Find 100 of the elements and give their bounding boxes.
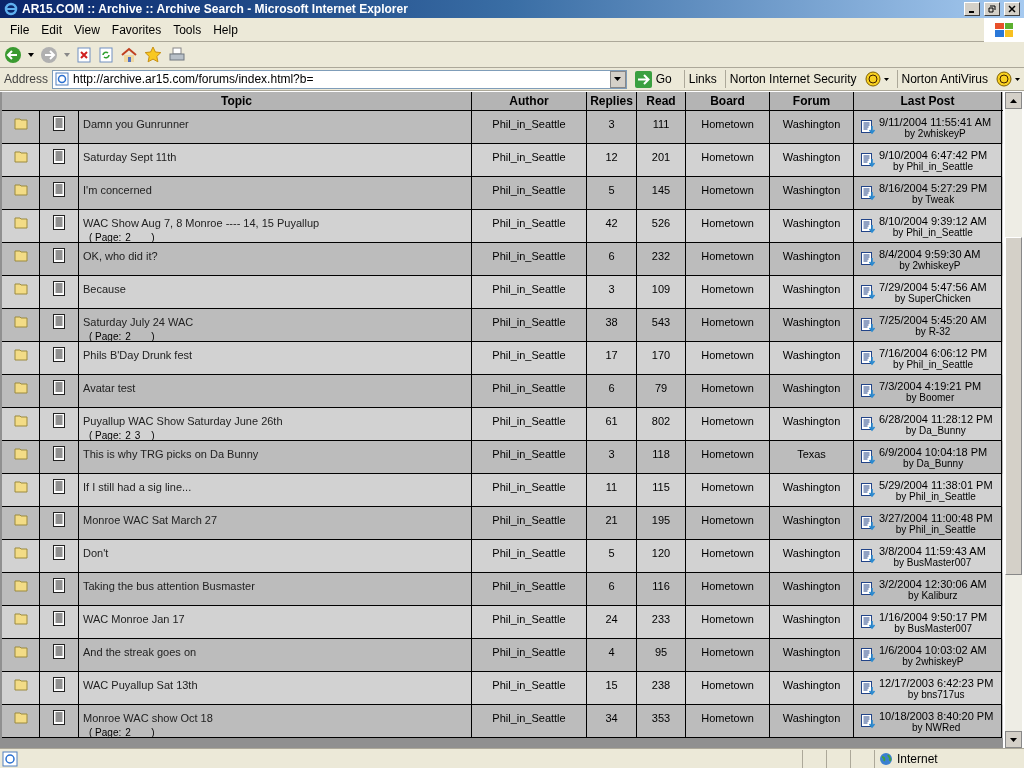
document-icon	[53, 611, 65, 626]
up-arrow-icon[interactable]	[1010, 98, 1017, 103]
page-link[interactable]: 2	[125, 330, 131, 343]
document-icon	[53, 314, 65, 329]
star-icon[interactable]	[144, 45, 162, 64]
author-cell: Phil_in_Seattle	[492, 712, 566, 724]
post-arrow-icon[interactable]	[860, 119, 876, 135]
post-arrow-icon[interactable]	[860, 515, 876, 531]
folder-icon	[13, 149, 28, 163]
topic-link[interactable]: Saturday July 24 WAC	[83, 314, 194, 331]
toolbar-link[interactable]: Norton Internet Security	[724, 70, 893, 88]
folder-icon	[13, 545, 28, 559]
topic-link[interactable]: WAC Monroe Jan 17	[83, 611, 185, 628]
board-cell: Hometown	[701, 712, 754, 724]
topic-link[interactable]: Monroe WAC show Oct 18	[83, 710, 213, 727]
post-arrow-icon[interactable]	[860, 218, 876, 234]
topic-link[interactable]: Damn you Gunrunner	[83, 116, 189, 133]
menu-item[interactable]: File	[4, 20, 36, 39]
last-post-date: 3/8/2004 11:59:43 AM	[879, 545, 986, 557]
dropdown-button[interactable]	[609, 70, 626, 88]
topic-link[interactable]: Monroe WAC Sat March 27	[83, 512, 218, 529]
address-field[interactable]: http://archive.ar15.com/forums/index.html?b=	[52, 69, 627, 89]
go-button[interactable]: Go	[630, 70, 680, 88]
post-arrow-icon[interactable]	[860, 680, 876, 696]
topic-link[interactable]: And the streak goes on	[83, 644, 197, 661]
menu-item[interactable]: Tools	[167, 20, 208, 39]
topic-link[interactable]: Don't	[83, 545, 109, 562]
replies-cell: 5	[608, 184, 615, 196]
page-link[interactable]: 2	[125, 429, 131, 442]
post-arrow-icon[interactable]	[860, 581, 876, 597]
home-icon[interactable]	[120, 46, 138, 63]
topic-link[interactable]: If I still had a sig line...	[83, 479, 192, 496]
dropdown-caret-icon[interactable]	[28, 52, 34, 57]
author-cell: Phil_in_Seattle	[492, 151, 566, 163]
topic-link[interactable]: Phils B'Day Drunk fest	[83, 347, 193, 364]
document-icon	[53, 215, 65, 230]
page-link[interactable]: 3	[134, 429, 141, 442]
post-arrow-icon[interactable]	[860, 251, 876, 267]
column-header: Topic	[2, 92, 472, 110]
column-header: Replies	[587, 92, 637, 110]
menu-item[interactable]: Help	[207, 20, 244, 39]
topic-link[interactable]: Avatar test	[83, 380, 136, 397]
last-post-date: 1/16/2004 9:50:17 PM	[879, 611, 988, 623]
topic-link[interactable]: I'm concerned	[83, 182, 152, 199]
post-arrow-icon[interactable]	[860, 350, 876, 366]
board-cell: Hometown	[701, 349, 754, 361]
close-button[interactable]	[1004, 2, 1020, 16]
column-header: Board	[686, 92, 770, 110]
topic-link[interactable]: This is why TRG picks on Da Bunny	[83, 446, 259, 463]
replies-cell: 12	[605, 151, 618, 163]
minimize-button[interactable]	[964, 2, 980, 16]
post-arrow-icon[interactable]	[860, 548, 876, 564]
restore-button[interactable]	[984, 2, 1000, 16]
document-icon	[53, 512, 65, 527]
board-cell: Hometown	[701, 613, 754, 625]
last-post-author: by Phil_in_Seattle	[893, 359, 974, 371]
topic-link[interactable]: OK, who did it?	[83, 248, 158, 265]
post-arrow-icon[interactable]	[860, 713, 876, 729]
post-arrow-icon[interactable]	[860, 614, 876, 630]
forum-cell: Washington	[782, 646, 841, 658]
post-arrow-icon[interactable]	[860, 317, 876, 333]
read-cell: 543	[651, 316, 671, 328]
forum-cell: Washington	[782, 415, 841, 427]
topic-link[interactable]: WAC Show Aug 7, 8 Monroe ---- 14, 15 Puyallup	[83, 215, 320, 232]
post-arrow-icon[interactable]	[860, 383, 876, 399]
folder-icon	[13, 413, 28, 427]
page-link[interactable]: 2	[125, 231, 131, 244]
stop-icon[interactable]	[76, 46, 92, 63]
refresh-icon[interactable]	[98, 46, 114, 63]
folder-icon	[13, 611, 28, 625]
board-cell: Hometown	[701, 382, 754, 394]
toolbar-link[interactable]: Norton AntiVirus	[896, 70, 1024, 88]
board-cell: Hometown	[701, 481, 754, 493]
down-arrow-icon[interactable]	[1010, 737, 1017, 742]
scrollbar[interactable]	[1005, 92, 1022, 748]
read-cell: 170	[651, 349, 671, 361]
post-arrow-icon[interactable]	[860, 647, 876, 663]
post-arrow-icon[interactable]	[860, 284, 876, 300]
topic-link[interactable]: Because	[83, 281, 126, 298]
topic-link[interactable]: Taking the bus attention Busmaster	[83, 578, 255, 595]
back-icon[interactable]	[4, 45, 22, 64]
menu-item[interactable]: Favorites	[105, 20, 168, 39]
topic-link[interactable]: WAC Puyallup Sat 13th	[83, 677, 198, 694]
document-icon	[53, 347, 65, 362]
topic-link[interactable]: Puyallup WAC Show Saturday June 26th	[83, 413, 283, 430]
post-arrow-icon[interactable]	[860, 449, 876, 465]
page-link[interactable]: 2	[125, 726, 131, 739]
topic-link[interactable]: Saturday Sept 11th	[83, 149, 177, 166]
menu-item[interactable]: Edit	[35, 20, 69, 39]
author-cell: Phil_in_Seattle	[492, 481, 566, 493]
printer-icon[interactable]	[168, 45, 186, 64]
links-label[interactable]: Links	[683, 70, 721, 88]
menu-item[interactable]: View	[68, 20, 106, 39]
read-cell: 195	[651, 514, 671, 526]
post-arrow-icon[interactable]	[860, 416, 876, 432]
last-post-author: by R-32	[915, 326, 951, 338]
post-arrow-icon[interactable]	[860, 185, 876, 201]
author-cell: Phil_in_Seattle	[492, 448, 566, 460]
post-arrow-icon[interactable]	[860, 482, 876, 498]
post-arrow-icon[interactable]	[860, 152, 876, 168]
